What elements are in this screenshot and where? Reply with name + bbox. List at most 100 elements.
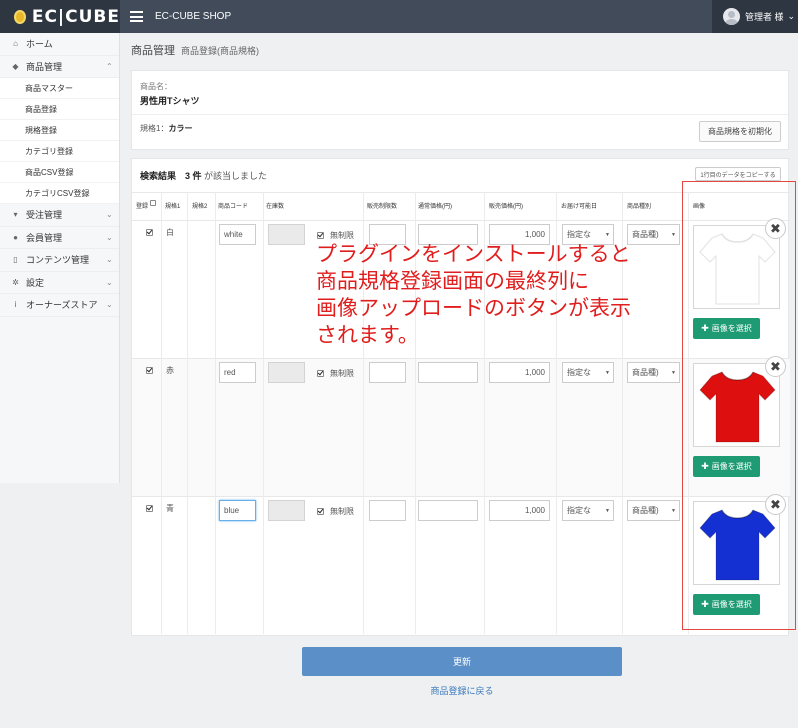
cart-icon: ▾ — [13, 210, 18, 220]
shop-name[interactable]: EC-CUBE SHOP — [155, 11, 231, 22]
class1-value: 白 — [166, 228, 174, 237]
caret-down-icon: ▼ — [605, 507, 610, 514]
caret-down-icon: ▼ — [671, 231, 676, 238]
page-title: 商品管理 商品登録(商品規格) — [131, 42, 259, 58]
product-type-value: 商品種) — [632, 368, 659, 377]
highlight-frame — [682, 181, 796, 630]
sidebar-item-label: オーナーズストア — [26, 300, 98, 311]
chevron-down-icon: ⌄ — [106, 210, 113, 220]
avatar — [723, 8, 740, 25]
product-type-value: 商品種) — [632, 506, 659, 515]
sidebar-item-owners-store[interactable]: i オーナーズストア ⌄ — [0, 294, 119, 317]
normal-price-input[interactable] — [418, 500, 478, 521]
user-name: 管理者 様 — [745, 12, 784, 22]
stock-input — [268, 224, 305, 245]
stock-input — [268, 500, 305, 521]
stock-unlimited-label: 無制限 — [330, 369, 354, 378]
stock-unlimited-checkbox[interactable] — [317, 370, 324, 377]
product-code-input[interactable]: white — [219, 224, 256, 245]
tag-icon: ◆ — [12, 61, 19, 71]
caret-down-icon: ▼ — [671, 507, 676, 514]
sidebar-item-label: 設定 — [26, 277, 45, 288]
update-button[interactable]: 更新 — [302, 647, 622, 676]
annotation-line: 画像アップロードのボタンが表示 — [316, 296, 631, 320]
sidebar-subitem-product-register[interactable]: 商品登録 — [0, 99, 119, 120]
chevron-down-icon: ⌄ — [106, 255, 113, 265]
sidebar-item-products[interactable]: ◆ 商品管理 ⌃ — [0, 56, 119, 78]
sidebar-item-home[interactable]: ⌂ ホーム — [0, 33, 119, 56]
user-menu[interactable]: 管理者 様 ⌄ — [712, 0, 798, 33]
product-type-value: 商品種) — [632, 230, 659, 239]
stock-unlimited[interactable]: 無制限 — [317, 368, 354, 379]
product-code-input[interactable]: red — [219, 362, 256, 383]
info-icon: i — [14, 300, 17, 310]
sidebar-subitem-product-csv[interactable]: 商品CSV登録 — [0, 162, 119, 183]
annotation-text: プラグインをインストールすると 商品規格登録画面の最終列に 画像アップロードのボタン… — [316, 241, 696, 349]
page-title-text: 商品管理 — [131, 45, 175, 57]
sidebar-item-customers[interactable]: ● 会員管理 ⌄ — [0, 227, 119, 249]
menu-toggle-icon[interactable] — [130, 11, 143, 22]
annotation-line: されます。 — [316, 323, 419, 347]
sidebar-subitem-product-master[interactable]: 商品マスター — [0, 78, 119, 99]
normal-price-input[interactable] — [418, 362, 478, 383]
register-checkbox[interactable] — [146, 505, 153, 512]
sidebar-item-settings[interactable]: ✲ 設定 ⌄ — [0, 272, 119, 294]
stock-unlimited-label: 無制限 — [330, 231, 354, 240]
class-spec: 規格1：カラー — [140, 123, 192, 134]
ec-cube-logo[interactable]: EC|CUBE — [0, 0, 120, 33]
chevron-down-icon: ⌄ — [106, 300, 113, 310]
caret-down-icon: ▼ — [671, 369, 676, 376]
register-checkbox[interactable] — [146, 229, 153, 236]
results-count-value: 3 件 — [185, 171, 202, 181]
initialize-class-button[interactable]: 商品規格を初期化 — [699, 121, 781, 142]
results-title: 検索結果 — [140, 171, 177, 181]
sale-price-input[interactable]: 1,000 — [489, 500, 550, 521]
sale-limit-input[interactable] — [369, 362, 406, 383]
sidebar-subitem-category-register[interactable]: カテゴリ登録 — [0, 141, 119, 162]
register-checkbox[interactable] — [146, 367, 153, 374]
delivery-date-value: 指定な — [567, 506, 591, 515]
sidebar-item-contents[interactable]: ▯ コンテンツ管理 ⌄ — [0, 249, 119, 272]
sidebar-subitem-category-csv[interactable]: カテゴリCSV登録 — [0, 183, 119, 204]
annotation-line: 商品規格登録画面の最終列に — [316, 269, 589, 293]
sidebar-item-label: コンテンツ管理 — [26, 255, 90, 266]
back-link-label[interactable]: 商品登録に戻る — [430, 684, 493, 697]
copy-first-row-button[interactable]: 1行目のデータをコピーする — [695, 167, 781, 181]
file-icon: ▯ — [13, 255, 18, 265]
back-to-product-link[interactable]: 商品登録に戻る — [0, 684, 798, 697]
sale-limit-input[interactable] — [369, 500, 406, 521]
sidebar-item-label: 商品管理 — [26, 61, 63, 72]
select-all-checkbox[interactable] — [150, 200, 156, 206]
sidebar-item-orders[interactable]: ▾ 受注管理 ⌄ — [0, 204, 119, 227]
results-count: 3 件 が該当しました — [185, 169, 267, 182]
sidebar: ⌂ ホーム ◆ 商品管理 ⌃ 商品マスター 商品登録 規格登録 カテゴリ登録 商… — [0, 33, 120, 483]
product-code-input[interactable]: blue — [219, 500, 256, 521]
chevron-down-icon: ⌄ — [106, 277, 113, 287]
sidebar-subitem-class-register[interactable]: 規格登録 — [0, 120, 119, 141]
product-type-select[interactable]: 商品種) ▼ — [627, 362, 680, 383]
class-spec-value: カラー — [168, 124, 193, 133]
product-type-select[interactable]: 商品種) ▼ — [627, 500, 680, 521]
stock-unlimited[interactable]: 無制限 — [317, 506, 354, 517]
divider — [132, 114, 788, 115]
delivery-date-select[interactable]: 指定な ▼ — [562, 500, 614, 521]
chevron-down-icon: ⌄ — [787, 11, 796, 21]
gear-icon: ✲ — [12, 277, 19, 287]
class-spec-label: 規格1： — [140, 124, 169, 133]
product-name-label: 商品名： — [140, 82, 172, 91]
stock-unlimited-checkbox[interactable] — [317, 232, 324, 239]
results-count-suffix: が該当しました — [204, 171, 268, 181]
sidebar-item-label: 会員管理 — [26, 232, 63, 243]
stock-input — [268, 362, 305, 383]
users-icon: ● — [13, 232, 18, 242]
stock-unlimited[interactable]: 無制限 — [317, 230, 354, 241]
product-name-value: 男性用Tシャツ — [140, 96, 200, 106]
delivery-date-value: 指定な — [567, 368, 591, 377]
stock-unlimited-checkbox[interactable] — [317, 508, 324, 515]
caret-down-icon: ▼ — [605, 369, 610, 376]
delivery-date-select[interactable]: 指定な ▼ — [562, 362, 614, 383]
sidebar-item-label: ホーム — [26, 39, 53, 50]
sale-price-input[interactable]: 1,000 — [489, 362, 550, 383]
grid-line — [215, 192, 216, 634]
top-navbar: EC|CUBE EC-CUBE SHOP 管理者 様 ⌄ — [0, 0, 798, 33]
